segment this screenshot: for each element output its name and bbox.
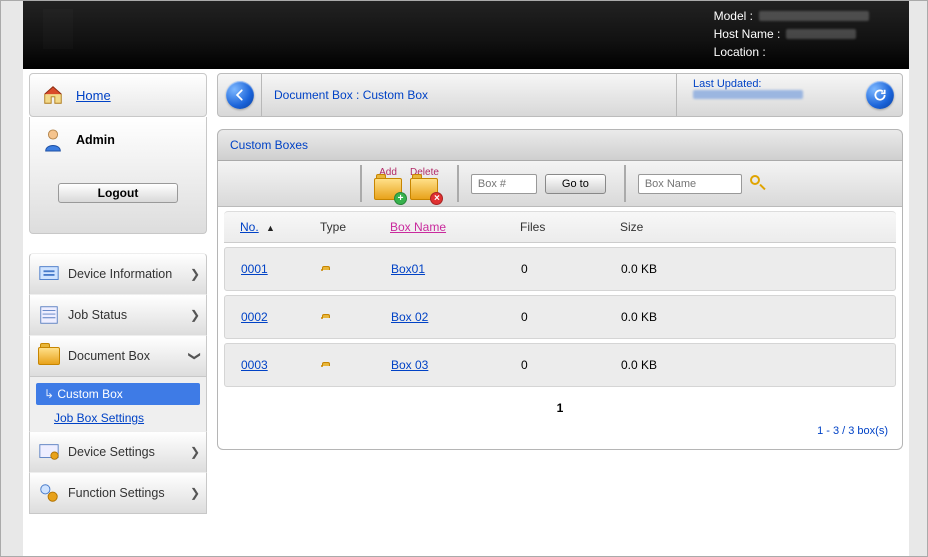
sort-asc-icon: ▲ (266, 223, 275, 233)
folder-delete-icon: × (410, 178, 438, 200)
row-box-name-link[interactable]: Box 02 (391, 310, 428, 324)
logout-button[interactable]: Logout (58, 183, 178, 203)
nav-label: Function Settings (68, 486, 165, 500)
back-button[interactable] (226, 81, 254, 109)
subnav-custom-box[interactable]: Custom Box (36, 383, 200, 405)
subnav-label: Custom Box (57, 387, 122, 401)
nav-label: Job Status (68, 308, 127, 322)
chevron-right-icon: ❯ (190, 308, 200, 322)
last-updated-label: Last Updated: (693, 78, 892, 90)
home-icon (40, 82, 66, 108)
custom-boxes-panel: Custom Boxes Add + (217, 129, 903, 450)
row-box-name-link[interactable]: Box01 (391, 262, 425, 276)
breadcrumb-bar: Document Box : Custom Box Last Updated: (217, 73, 903, 117)
row-files: 0 (521, 262, 621, 276)
row-files: 0 (521, 358, 621, 372)
col-box-name[interactable]: Box Name (390, 220, 446, 234)
nav-label: Device Information (68, 267, 172, 281)
subnav-job-box-settings[interactable]: Job Box Settings (30, 407, 152, 425)
row-size: 0.0 KB (621, 262, 879, 276)
sidebar-nav: Device Information ❯ Job Status ❯ (29, 253, 207, 514)
delete-box-button[interactable]: Delete × (410, 167, 439, 200)
nav-job-status[interactable]: Job Status ❯ (29, 294, 207, 336)
box-number-input[interactable] (471, 174, 537, 194)
table-row[interactable]: 0001 Box01 00.0 KB (224, 247, 896, 291)
nav-function-settings[interactable]: Function Settings ❯ (29, 472, 207, 514)
breadcrumb-status: Last Updated: (677, 74, 902, 116)
search-icon[interactable] (750, 175, 768, 193)
table-body: 0001Box0100.0 KB0002Box 0200.0 KB0003Box… (218, 247, 902, 387)
hostname-label: Host Name : (714, 25, 781, 43)
row-files: 0 (521, 310, 621, 324)
header-left-block (43, 9, 73, 49)
last-updated-value-redacted (693, 90, 803, 99)
row-size: 0.0 KB (621, 358, 879, 372)
col-files: Files (520, 220, 620, 234)
app-header: Model : Host Name : Location : (23, 1, 909, 69)
sidebar-admin-panel: Admin Logout (29, 117, 207, 234)
add-box-button[interactable]: Add + (374, 167, 402, 200)
chevron-right-icon: ❯ (190, 486, 200, 500)
hostname-value-redacted (786, 29, 856, 39)
col-no[interactable]: No. (240, 220, 259, 234)
table-row[interactable]: 0003 Box 03 00.0 KB (224, 343, 896, 387)
pager-current-page: 1 (218, 391, 902, 419)
table-row[interactable]: 0002 Box 02 00.0 KB (224, 295, 896, 339)
box-name-search-input[interactable] (638, 174, 742, 194)
row-box-name-link[interactable]: Box 03 (391, 358, 428, 372)
user-icon (40, 127, 66, 153)
goto-button[interactable]: Go to (545, 174, 606, 194)
panel-toolbar: Add + Delete × (218, 161, 902, 207)
breadcrumb-path: Document Box : Custom Box (262, 74, 677, 116)
table-header: No. ▲ Type Box Name Files Size (224, 211, 896, 243)
device-info-block: Model : Host Name : Location : (714, 7, 869, 61)
breadcrumb-text: Document Box : Custom Box (274, 88, 428, 102)
folder-add-icon: + (374, 178, 402, 200)
col-type: Type (320, 220, 390, 234)
model-value-redacted (759, 11, 869, 21)
device-settings-icon (36, 439, 62, 465)
breadcrumb-back[interactable] (218, 74, 262, 116)
chevron-right-icon: ❯ (190, 445, 200, 459)
sidebar: Home Admin (29, 73, 207, 514)
nav-device-information[interactable]: Device Information ❯ (29, 253, 207, 295)
home-link[interactable]: Home (76, 88, 111, 103)
job-status-icon (36, 302, 62, 328)
row-size: 0.0 KB (621, 310, 879, 324)
nav-label: Document Box (68, 349, 150, 363)
row-no-link[interactable]: 0001 (241, 262, 268, 276)
location-label: Location : (714, 43, 766, 61)
chevron-down-icon: ❯ (188, 351, 202, 361)
sidebar-home[interactable]: Home (29, 73, 207, 117)
document-box-icon (36, 343, 62, 369)
nav-label: Device Settings (68, 445, 155, 459)
chevron-right-icon: ❯ (190, 267, 200, 281)
model-label: Model : (714, 7, 753, 25)
function-settings-icon (36, 480, 62, 506)
row-no-link[interactable]: 0002 (241, 310, 268, 324)
nav-document-box-submenu: Custom Box Job Box Settings (29, 377, 207, 432)
admin-name: Admin (76, 133, 115, 147)
col-size: Size (620, 220, 880, 234)
panel-title: Custom Boxes (217, 129, 903, 161)
nav-document-box[interactable]: Document Box ❯ (29, 335, 207, 377)
main-content: Document Box : Custom Box Last Updated: … (217, 73, 903, 450)
refresh-button[interactable] (866, 81, 894, 109)
row-no-link[interactable]: 0003 (241, 358, 268, 372)
device-info-icon (36, 261, 62, 287)
pager-range: 1 - 3 / 3 box(s) (218, 419, 902, 443)
nav-device-settings[interactable]: Device Settings ❯ (29, 431, 207, 473)
